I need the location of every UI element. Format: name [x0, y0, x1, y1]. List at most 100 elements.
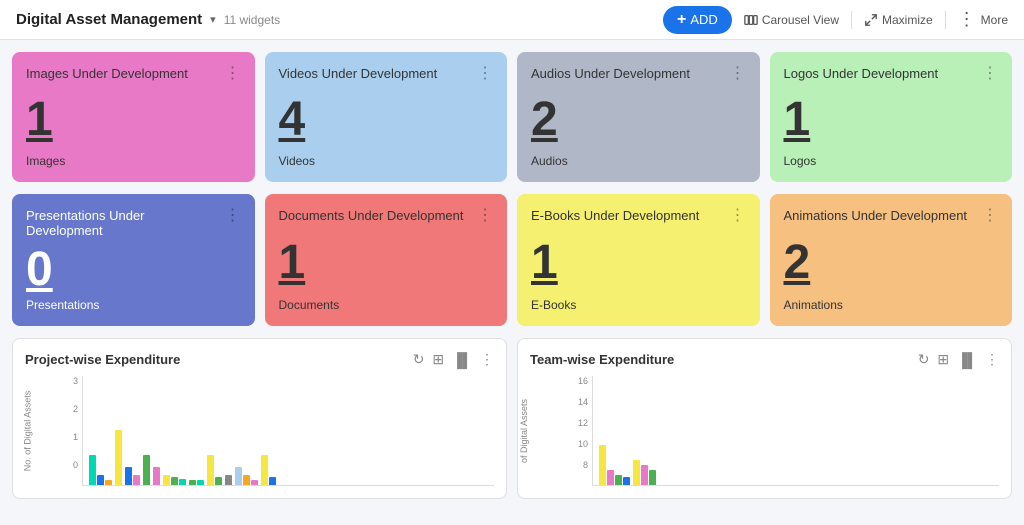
widget-card-logos: Logos Under Development ⋮ 1 Logos: [770, 52, 1013, 182]
refresh-icon[interactable]: ↻: [413, 351, 425, 368]
card-menu-audios[interactable]: ⋮: [730, 66, 746, 82]
card-header-logos: Logos Under Development ⋮: [784, 66, 999, 82]
bar-group: [633, 460, 656, 485]
card-label-animations: Animations: [784, 298, 999, 312]
bar-segment: [649, 470, 656, 485]
bar-segment: [125, 467, 132, 485]
bar-group: [261, 455, 276, 485]
bar-segment: [225, 475, 232, 485]
bar-segment: [105, 480, 112, 485]
refresh-icon-2[interactable]: ↻: [918, 351, 930, 368]
card-header-presentations: Presentations Under Development ⋮: [26, 208, 241, 238]
bar-segment: [89, 455, 96, 485]
card-menu-ebooks[interactable]: ⋮: [730, 208, 746, 224]
bar-group: [235, 467, 258, 485]
cards-row-2: Presentations Under Development ⋮ 0 Pres…: [12, 194, 1012, 326]
card-header-ebooks: E-Books Under Development ⋮: [531, 208, 746, 224]
project-chart-title: Project-wise Expenditure: [25, 352, 180, 367]
view-icon-2[interactable]: ▐▌: [957, 352, 977, 368]
card-label-presentations: Presentations: [26, 298, 241, 312]
project-chart-actions: ↻ ⊞ ▐▌ ⋮: [413, 351, 494, 368]
bar-segment: [251, 480, 258, 485]
app-header: Digital Asset Management ▾ 11 widgets + …: [0, 0, 1024, 40]
card-title-animations: Animations Under Development: [784, 208, 968, 223]
carousel-label: Carousel View: [762, 13, 839, 27]
card-label-images: Images: [26, 154, 241, 168]
more-label: More: [981, 13, 1008, 27]
widget-count: 11 widgets: [224, 13, 280, 27]
card-number-images: 1: [26, 96, 241, 144]
bar-segment: [243, 475, 250, 485]
card-menu-logos[interactable]: ⋮: [982, 66, 998, 82]
bar-segment: [163, 475, 170, 485]
bar-segment: [133, 475, 140, 485]
card-number-logos: 1: [784, 96, 999, 144]
project-chart-header: Project-wise Expenditure ↻ ⊞ ▐▌ ⋮: [25, 351, 494, 368]
add-button[interactable]: + ADD: [663, 6, 732, 34]
card-menu-documents[interactable]: ⋮: [477, 208, 493, 224]
card-label-videos: Videos: [279, 154, 494, 168]
carousel-view-button[interactable]: Carousel View: [744, 13, 839, 27]
bar-segment: [623, 477, 630, 485]
bar-group: [207, 455, 222, 485]
widget-card-presentations: Presentations Under Development ⋮ 0 Pres…: [12, 194, 255, 326]
more-icon[interactable]: ⋮: [480, 351, 494, 368]
card-title-videos: Videos Under Development: [279, 66, 438, 81]
table-icon[interactable]: ⊞: [432, 351, 444, 368]
more-icon-2[interactable]: ⋮: [985, 351, 999, 368]
project-y-label: No. of Digital Assets: [22, 391, 32, 472]
view-icon[interactable]: ▐▌: [452, 352, 472, 368]
team-bars: [592, 376, 999, 486]
title-dropdown-icon[interactable]: ▾: [210, 13, 216, 26]
card-number-documents: 1: [279, 239, 494, 287]
card-menu-images[interactable]: ⋮: [225, 66, 241, 82]
bar-group: [189, 480, 204, 485]
card-title-ebooks: E-Books Under Development: [531, 208, 699, 223]
card-menu-videos[interactable]: ⋮: [477, 66, 493, 82]
table-icon-2[interactable]: ⊞: [937, 351, 949, 368]
card-header-audios: Audios Under Development ⋮: [531, 66, 746, 82]
main-content: Images Under Development ⋮ 1 Images Vide…: [0, 40, 1024, 511]
more-button[interactable]: ⋮ More: [958, 9, 1008, 30]
team-y-label: of Digital Assets: [519, 399, 529, 463]
bar-segment: [207, 455, 214, 485]
bar-segment: [143, 455, 150, 485]
bar-segment: [641, 465, 648, 485]
card-number-presentations: 0: [26, 246, 241, 294]
cards-row-1: Images Under Development ⋮ 1 Images Vide…: [12, 52, 1012, 182]
widget-card-audios: Audios Under Development ⋮ 2 Audios: [517, 52, 760, 182]
header-right: + ADD Carousel View Maximize ⋮ More: [663, 6, 1008, 34]
card-menu-presentations[interactable]: ⋮: [225, 208, 241, 224]
team-chart-header: Team-wise Expenditure ↻ ⊞ ▐▌ ⋮: [530, 351, 999, 368]
bar-group: [143, 455, 150, 485]
maximize-button[interactable]: Maximize: [864, 13, 933, 27]
bar-group: [89, 455, 112, 485]
more-icon: ⋮: [958, 9, 977, 30]
card-label-documents: Documents: [279, 298, 494, 312]
team-chart-title: Team-wise Expenditure: [530, 352, 674, 367]
bar-group: [153, 467, 160, 485]
widget-card-documents: Documents Under Development ⋮ 1 Document…: [265, 194, 508, 326]
maximize-label: Maximize: [882, 13, 933, 27]
bar-segment: [153, 467, 160, 485]
team-y-axis: 16 14 12 10 8: [578, 376, 592, 486]
plus-icon: +: [677, 11, 686, 29]
widget-card-ebooks: E-Books Under Development ⋮ 1 E-Books: [517, 194, 760, 326]
bar-segment: [197, 480, 204, 485]
card-header-images: Images Under Development ⋮: [26, 66, 241, 82]
bar-group: [125, 467, 140, 485]
divider2: [945, 11, 946, 29]
bar-group: [599, 445, 630, 485]
widget-card-animations: Animations Under Development ⋮ 2 Animati…: [770, 194, 1013, 326]
bar-segment: [269, 477, 276, 485]
add-label: ADD: [690, 12, 717, 27]
bar-segment: [599, 445, 606, 485]
card-label-audios: Audios: [531, 154, 746, 168]
team-chart-body: of Digital Assets 16 14 12 10 8: [530, 376, 999, 486]
card-number-ebooks: 1: [531, 239, 746, 287]
card-menu-animations[interactable]: ⋮: [982, 208, 998, 224]
maximize-icon: [864, 13, 878, 27]
team-expenditure-chart: Team-wise Expenditure ↻ ⊞ ▐▌ ⋮ of Digita…: [517, 338, 1012, 499]
bar-segment: [235, 467, 242, 485]
bar-group: [225, 475, 232, 485]
